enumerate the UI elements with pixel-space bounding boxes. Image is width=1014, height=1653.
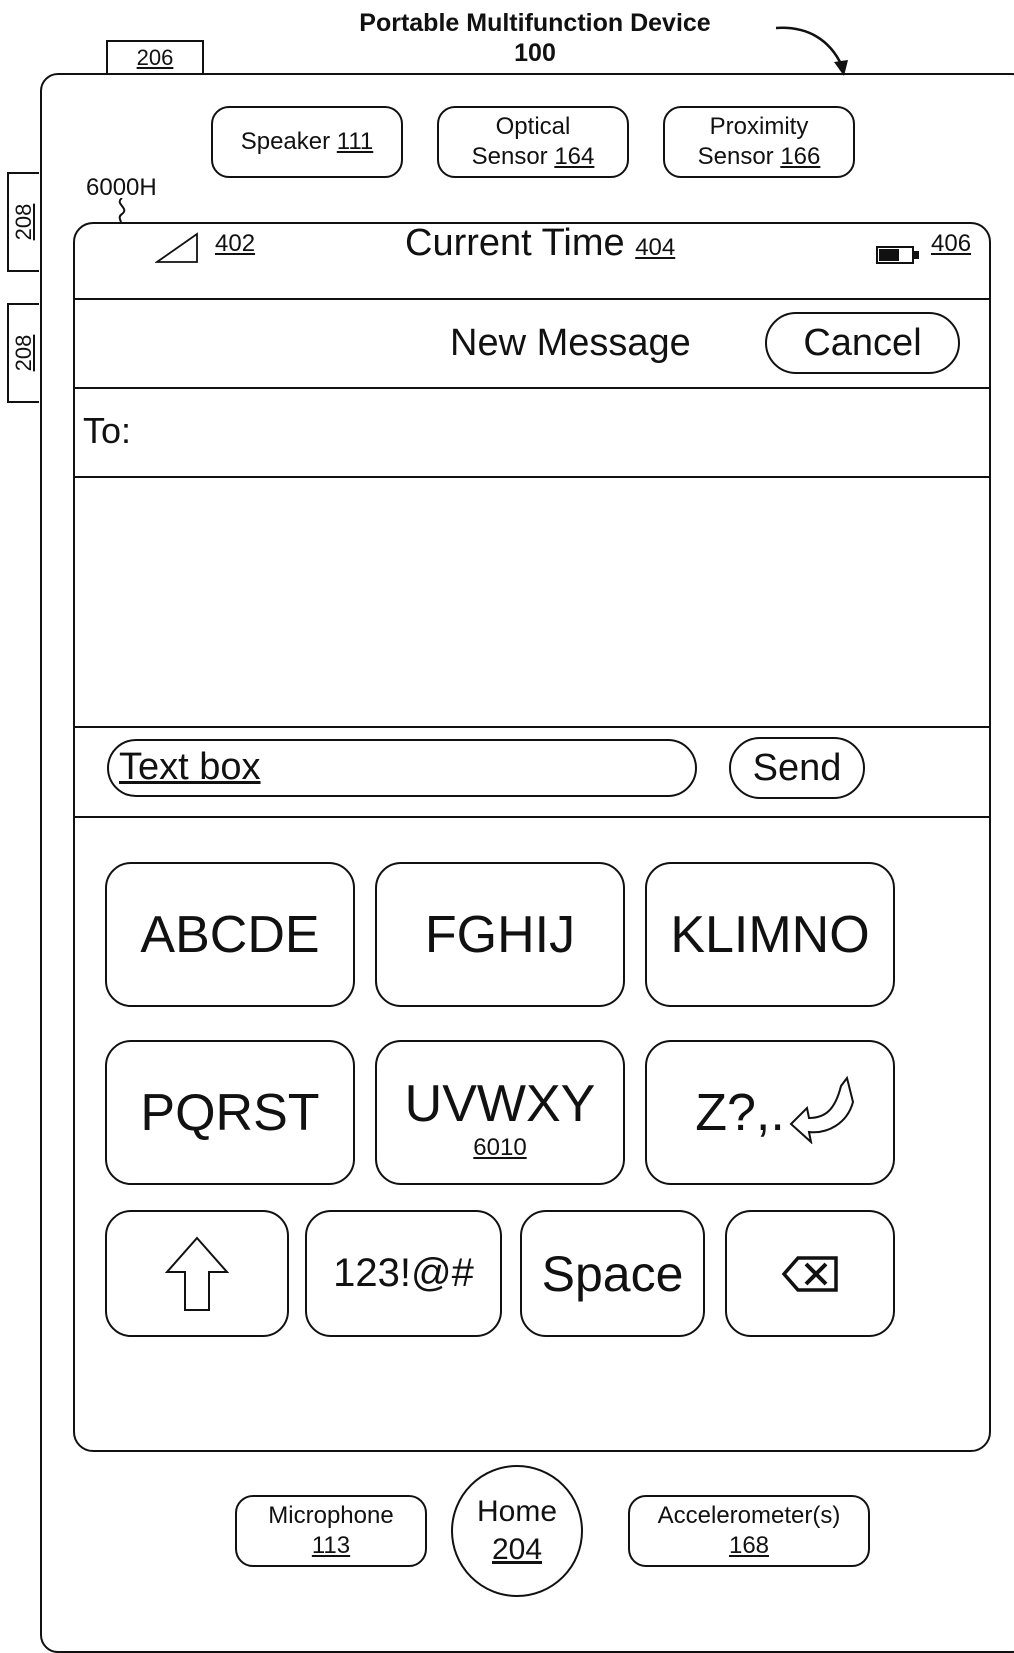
battery-ref: 406 <box>931 230 972 257</box>
device-ref: 100 <box>514 39 556 67</box>
key-pqrst[interactable]: PQRST <box>105 1040 355 1185</box>
key-label: Space <box>541 1245 684 1302</box>
shift-arrow-icon <box>165 1235 229 1311</box>
current-time: Current Time 404 <box>405 222 676 265</box>
key-klimno[interactable]: KLIMNO <box>645 862 895 1007</box>
to-field-input[interactable] <box>155 399 975 469</box>
side-button-volume-up[interactable]: 208 <box>7 172 39 272</box>
microphone-ref: 113 <box>311 1532 351 1559</box>
optical-sensor-ref: 164 <box>554 143 595 170</box>
proximity-sensor-label: Proximity <box>709 113 809 140</box>
key-fghij[interactable]: FGHIJ <box>375 862 625 1007</box>
battery-icon <box>876 246 919 264</box>
signal-ref: 402 <box>215 230 256 257</box>
key-uvwxy-ref: 6010 <box>473 1133 527 1161</box>
key-label: KLIMNO <box>670 905 870 964</box>
nav-title: New Message <box>450 322 691 364</box>
key-label: FGHIJ <box>424 905 576 964</box>
key-numbers[interactable]: 123!@# <box>305 1210 502 1337</box>
callout-arrow-icon <box>775 26 848 76</box>
send-button[interactable]: Send <box>729 737 865 799</box>
key-label: 123!@# <box>333 1251 474 1295</box>
device-edge-tab: 206 <box>106 40 204 74</box>
proximity-sensor: Proximity Sensor 166 <box>663 106 855 178</box>
key-z-punct[interactable]: Z?,. <box>645 1040 895 1185</box>
key-label: UVWXY <box>404 1074 596 1133</box>
device-title-text: Portable Multifunction Device <box>359 9 711 37</box>
to-field-label: To: <box>83 410 132 451</box>
return-arrow-icon <box>789 1075 855 1144</box>
key-uvwxy[interactable]: UVWXY 6010 <box>375 1040 625 1185</box>
optical-sensor: Optical Sensor 164 <box>437 106 629 178</box>
current-time-text: Current Time <box>405 222 625 264</box>
microphone-label: Microphone <box>268 1502 394 1529</box>
accelerometer-label: Accelerometer(s) <box>657 1502 841 1529</box>
backspace-icon <box>781 1255 838 1292</box>
message-area <box>75 478 989 726</box>
cancel-button[interactable]: Cancel <box>765 312 960 374</box>
touch-screen: 402 Current Time 404 406 New Message Can… <box>73 222 991 1452</box>
signal-icon <box>155 232 198 263</box>
current-time-ref: 404 <box>635 234 676 261</box>
home-button[interactable]: Home 204 <box>451 1465 583 1597</box>
side-button-label: 208 <box>11 334 36 372</box>
side-button-volume-down[interactable]: 208 <box>7 303 39 403</box>
key-space[interactable]: Space <box>520 1210 705 1337</box>
key-label: Z?,. <box>695 1083 785 1142</box>
speaker-ref: 111 <box>336 128 374 155</box>
proximity-sensor-ref: 166 <box>780 143 821 170</box>
key-label: ABCDE <box>140 905 320 964</box>
text-box-input[interactable]: Text box <box>107 739 697 797</box>
device-title: Portable Multifunction Device 100 <box>320 8 750 68</box>
key-abcde[interactable]: ABCDE <box>105 862 355 1007</box>
key-label: PQRST <box>140 1083 320 1142</box>
proximity-sensor-label-2: Sensor <box>697 143 774 170</box>
accelerometer-ref: 168 <box>728 1532 770 1559</box>
microphone: Microphone 113 <box>235 1495 427 1567</box>
optical-sensor-label-2: Sensor <box>471 143 548 170</box>
speaker: Speaker 111 <box>211 106 403 178</box>
optical-sensor-label: Optical <box>495 113 571 140</box>
key-shift[interactable] <box>105 1210 289 1337</box>
accelerometer: Accelerometer(s) 168 <box>628 1495 870 1567</box>
home-label: Home <box>476 1495 558 1528</box>
text-box-placeholder: Text box <box>119 746 261 788</box>
home-ref: 204 <box>491 1533 543 1566</box>
tab-206-label: 206 <box>136 45 174 70</box>
key-backspace[interactable] <box>725 1210 895 1337</box>
side-button-label: 208 <box>11 203 36 241</box>
speaker-label: Speaker <box>240 128 331 155</box>
